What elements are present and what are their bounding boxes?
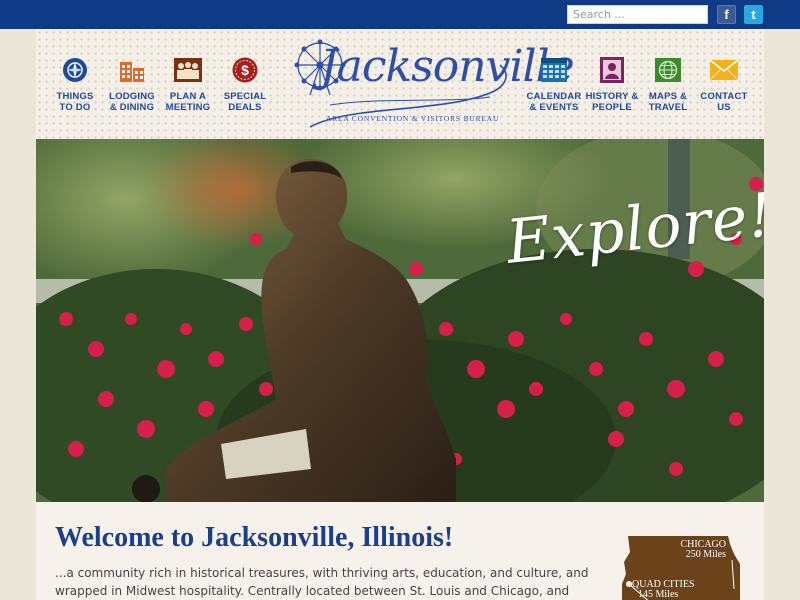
nav-label: CALENDAR & EVENTS <box>526 91 582 113</box>
nav-label: THINGS TO DO <box>56 91 94 113</box>
nav-label: LODGING & DINING <box>109 91 155 113</box>
nav-maps-travel[interactable]: MAPS & TRAVEL <box>636 57 700 113</box>
globe-icon <box>654 57 682 83</box>
calendar-icon <box>540 57 568 83</box>
people-icon <box>174 57 202 83</box>
envelope-icon <box>710 57 738 83</box>
nav-label: SPECIAL DEALS <box>223 91 267 113</box>
twitter-icon[interactable]: t <box>744 5 763 24</box>
map-city-distance: 250 Miles <box>685 549 726 560</box>
intro-text: ...a community rich in historical treasu… <box>55 566 589 598</box>
nav-history-people[interactable]: HISTORY & PEOPLE <box>580 57 644 113</box>
map-city-distance: 145 Miles <box>638 589 679 600</box>
dollar-icon: $ <box>231 57 259 83</box>
logo-subtitle: AREA CONVENTION & VISITORS BUREAU <box>326 114 500 123</box>
nav-label: PLAN A MEETING <box>165 91 211 113</box>
buildings-icon <box>118 57 146 83</box>
nav-contact-us[interactable]: CONTACT US <box>692 57 756 113</box>
site-header: THINGS TO DO LODGING & DINING PLAN A MEE… <box>36 29 764 139</box>
distance-map[interactable]: CHICAGO 250 Miles QUAD CITIES 145 Miles <box>622 534 764 600</box>
portrait-icon <box>598 57 626 83</box>
site-logo[interactable]: Jacksonville AREA CONVENTION & VISITORS … <box>290 35 575 131</box>
compass-icon <box>61 57 89 83</box>
nav-things-to-do[interactable]: THINGS TO DO <box>43 57 107 113</box>
nav-label: HISTORY & PEOPLE <box>585 91 639 113</box>
facebook-icon[interactable]: f <box>717 5 736 24</box>
nav-calendar-events[interactable]: CALENDAR & EVENTS <box>522 57 586 113</box>
svg-text:$: $ <box>241 62 249 78</box>
nav-label: MAPS & TRAVEL <box>648 91 688 113</box>
map-city-chicago: CHICAGO 250 Miles <box>680 540 726 560</box>
nav-label: CONTACT US <box>700 91 748 113</box>
nav-lodging-dining[interactable]: LODGING & DINING <box>100 57 164 113</box>
top-bar: f t <box>0 0 800 29</box>
nav-special-deals[interactable]: $ SPECIAL DEALS <box>213 57 277 113</box>
hero-image: Explore! <box>36 139 764 502</box>
page-title: Welcome to Jacksonville, Illinois! <box>55 522 454 553</box>
search-input[interactable] <box>567 5 708 24</box>
welcome-section: Welcome to Jacksonville, Illinois! ...a … <box>36 502 764 600</box>
nav-plan-a-meeting[interactable]: PLAN A MEETING <box>156 57 220 113</box>
map-city-quad-cities: QUAD CITIES 145 Miles <box>632 580 695 600</box>
